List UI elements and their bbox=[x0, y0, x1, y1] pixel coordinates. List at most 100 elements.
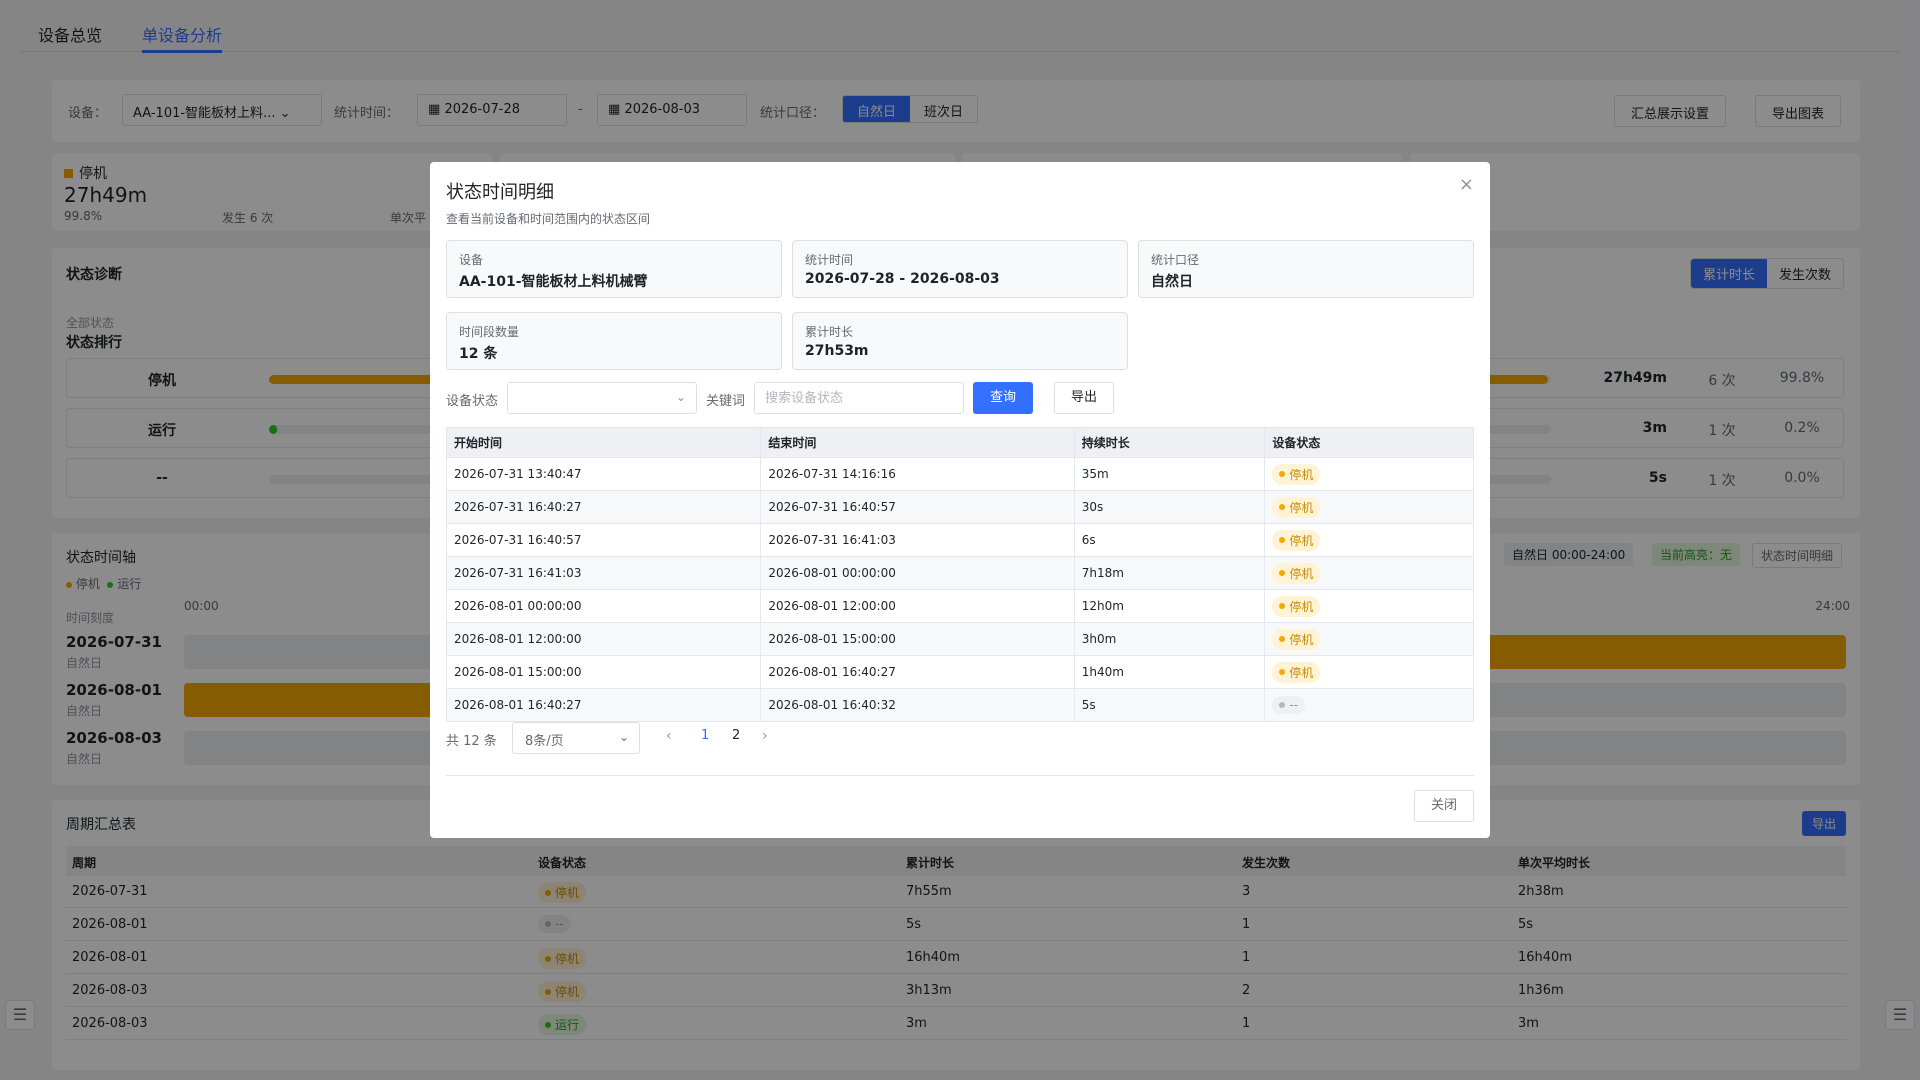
cell-start-time: 2026-08-01 16:40:27 bbox=[447, 689, 762, 721]
modal-description: 查看当前设备和时间范围内的状态区间 bbox=[446, 212, 651, 226]
info-value: 12 条 bbox=[459, 346, 498, 362]
modal-title: 状态时间明细 bbox=[446, 182, 554, 203]
table-row: 2026-07-31 13:40:47 2026-07-31 14:16:16 35… bbox=[447, 458, 1473, 491]
status-tag: 停机 bbox=[1272, 496, 1321, 518]
footer-divider bbox=[446, 775, 1474, 776]
cell-start-time: 2026-07-31 16:40:27 bbox=[447, 491, 762, 523]
cell-start-time: 2026-08-01 15:00:00 bbox=[447, 656, 762, 688]
status-time-detail-modal: 状态时间明细 查看当前设备和时间范围内的状态区间 × 设备 AA-101-智能板… bbox=[430, 162, 1490, 838]
status-dot bbox=[1279, 537, 1286, 543]
state-filter-label: 设备状态 bbox=[446, 394, 499, 409]
status-detail-table: 开始时间 结束时间 持续时长 设备状态 2026-07-31 13:40:47 2… bbox=[446, 427, 1474, 722]
cell-device-state: 停机 bbox=[1265, 557, 1473, 589]
chevron-down-icon: ⌄ bbox=[675, 390, 686, 404]
info-total-duration: 累计时长 27h53m bbox=[792, 312, 1128, 370]
status-tag-text: 停机 bbox=[1289, 566, 1314, 581]
state-filter-select[interactable]: ⌄ bbox=[507, 382, 697, 414]
status-dot bbox=[1279, 603, 1286, 609]
cell-start-time: 2026-08-01 00:00:00 bbox=[447, 590, 762, 622]
table-row: 2026-07-31 16:41:03 2026-08-01 00:00:00 7h… bbox=[447, 557, 1473, 590]
page-1[interactable]: 1 bbox=[701, 728, 709, 743]
cell-start-time: 2026-07-31 16:41:03 bbox=[447, 557, 762, 589]
chevron-down-icon: ⌄ bbox=[618, 730, 629, 744]
header-start-time: 开始时间 bbox=[447, 428, 762, 457]
status-tag-text: 停机 bbox=[1289, 500, 1314, 515]
modal-close-button[interactable]: 关闭 bbox=[1414, 790, 1474, 822]
status-tag: 停机 bbox=[1272, 463, 1321, 485]
status-dot bbox=[1279, 669, 1286, 675]
status-tag: -- bbox=[1272, 696, 1306, 714]
query-button[interactable]: 查询 bbox=[973, 382, 1033, 414]
cell-duration: 1h40m bbox=[1075, 656, 1266, 688]
table-header-row: 开始时间 结束时间 持续时长 设备状态 bbox=[447, 428, 1473, 458]
cell-end-time: 2026-08-01 15:00:00 bbox=[761, 623, 1075, 655]
table-row: 2026-08-01 16:40:27 2026-08-01 16:40:32 5s… bbox=[447, 689, 1473, 722]
prev-page-icon[interactable]: ‹ bbox=[666, 728, 672, 744]
cell-end-time: 2026-08-01 00:00:00 bbox=[761, 557, 1075, 589]
cell-device-state: 停机 bbox=[1265, 656, 1473, 688]
table-row: 2026-08-01 15:00:00 2026-08-01 16:40:27 1h… bbox=[447, 656, 1473, 689]
next-page-icon[interactable]: › bbox=[762, 728, 768, 744]
cell-duration: 12h0m bbox=[1075, 590, 1266, 622]
status-tag: 停机 bbox=[1272, 628, 1321, 650]
page-size-value: 8条/页 bbox=[525, 734, 564, 749]
keyword-search-input[interactable] bbox=[754, 382, 964, 414]
cell-start-time: 2026-07-31 16:40:57 bbox=[447, 524, 762, 556]
cell-duration: 5s bbox=[1075, 689, 1266, 721]
status-dot bbox=[1279, 702, 1286, 708]
status-dot bbox=[1279, 636, 1286, 642]
status-tag-text: 停机 bbox=[1289, 467, 1314, 482]
status-tag: 停机 bbox=[1272, 529, 1321, 551]
cell-device-state: 停机 bbox=[1265, 524, 1473, 556]
header-duration: 持续时长 bbox=[1075, 428, 1266, 457]
cell-end-time: 2026-08-01 16:40:32 bbox=[761, 689, 1075, 721]
status-dot bbox=[1279, 504, 1286, 510]
cell-end-time: 2026-07-31 16:41:03 bbox=[761, 524, 1075, 556]
cell-device-state: 停机 bbox=[1265, 458, 1473, 490]
table-row: 2026-08-01 00:00:00 2026-08-01 12:00:00 12… bbox=[447, 590, 1473, 623]
info-value: 27h53m bbox=[805, 343, 869, 359]
status-tag-text: 停机 bbox=[1289, 599, 1314, 614]
cell-duration: 6s bbox=[1075, 524, 1266, 556]
close-icon[interactable]: × bbox=[1459, 174, 1474, 195]
info-label: 统计口径 bbox=[1151, 253, 1200, 267]
cell-duration: 30s bbox=[1075, 491, 1266, 523]
info-value: 2026-07-28 - 2026-08-03 bbox=[805, 271, 1000, 287]
cell-start-time: 2026-07-31 13:40:47 bbox=[447, 458, 762, 490]
cell-device-state: 停机 bbox=[1265, 590, 1473, 622]
total-count: 共 12 条 bbox=[446, 734, 497, 749]
cell-end-time: 2026-08-01 12:00:00 bbox=[761, 590, 1075, 622]
cell-device-state: -- bbox=[1265, 689, 1473, 721]
info-label: 设备 bbox=[459, 253, 484, 267]
status-tag-text: 停机 bbox=[1289, 632, 1314, 647]
info-label: 时间段数量 bbox=[459, 325, 520, 339]
info-stat-scope: 统计口径 自然日 bbox=[1138, 240, 1474, 298]
status-tag: 停机 bbox=[1272, 595, 1321, 617]
info-value: AA-101-智能板材上料机械臂 bbox=[459, 274, 648, 290]
cell-duration: 7h18m bbox=[1075, 557, 1266, 589]
status-tag: 停机 bbox=[1272, 661, 1321, 683]
export-button[interactable]: 导出 bbox=[1054, 382, 1114, 414]
cell-device-state: 停机 bbox=[1265, 623, 1473, 655]
status-dot bbox=[1279, 570, 1286, 576]
keyword-label: 关键词 bbox=[706, 394, 746, 409]
table-row: 2026-07-31 16:40:57 2026-07-31 16:41:03 6s… bbox=[447, 524, 1473, 557]
cell-start-time: 2026-08-01 12:00:00 bbox=[447, 623, 762, 655]
status-dot bbox=[1279, 471, 1286, 477]
info-label: 统计时间 bbox=[805, 253, 854, 267]
header-end-time: 结束时间 bbox=[761, 428, 1075, 457]
cell-end-time: 2026-07-31 16:40:57 bbox=[761, 491, 1075, 523]
info-label: 累计时长 bbox=[805, 325, 854, 339]
status-tag-text: 停机 bbox=[1289, 533, 1314, 548]
cell-duration: 35m bbox=[1075, 458, 1266, 490]
header-device-state: 设备状态 bbox=[1272, 436, 1321, 450]
cell-end-time: 2026-07-31 14:16:16 bbox=[761, 458, 1075, 490]
page-2[interactable]: 2 bbox=[732, 728, 740, 743]
table-row: 2026-07-31 16:40:27 2026-07-31 16:40:57 30… bbox=[447, 491, 1473, 524]
info-device: 设备 AA-101-智能板材上料机械臂 bbox=[446, 240, 782, 298]
table-row: 2026-08-01 12:00:00 2026-08-01 15:00:00 3h… bbox=[447, 623, 1473, 656]
page-size-select[interactable]: 8条/页 ⌄ bbox=[512, 722, 640, 754]
info-stat-time: 统计时间 2026-07-28 - 2026-08-03 bbox=[792, 240, 1128, 298]
status-tag: 停机 bbox=[1272, 562, 1321, 584]
status-tag-text: -- bbox=[1289, 698, 1299, 712]
